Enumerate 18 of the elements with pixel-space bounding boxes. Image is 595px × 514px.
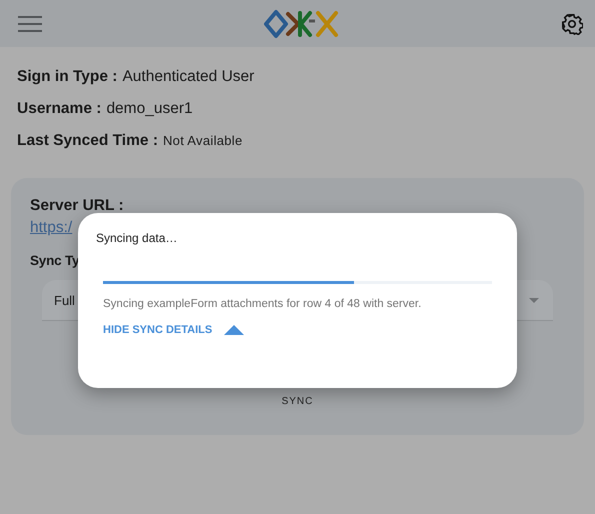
field-label: Username :: [17, 100, 102, 118]
field-label: Server URL :: [30, 197, 124, 215]
sync-details-toggle[interactable]: HIDE SYNC DETAILS: [103, 324, 244, 336]
field-value: demo_user1: [106, 100, 193, 118]
field-value: Authenticated User: [122, 68, 254, 86]
caret-icon: [529, 298, 539, 302]
sync-message: Syncing exampleForm attachments for row 4 of 48 with server.: [103, 298, 422, 310]
settings-icon[interactable]: [561, 12, 583, 34]
server-url-link[interactable]: https:/: [30, 219, 72, 237]
field-value: Not Available: [162, 133, 243, 148]
triangle-icon: [224, 325, 244, 335]
sync-button[interactable]: SYNC: [276, 394, 320, 409]
field-label: Last Synced Time :: [17, 132, 158, 150]
logo-icon: [264, 8, 340, 38]
menu-icon[interactable]: [18, 16, 42, 32]
field-label: Sync Ty: [30, 252, 80, 270]
field-label: Sign in Type :: [17, 68, 118, 86]
dialog-title: Syncing data…: [96, 231, 178, 245]
